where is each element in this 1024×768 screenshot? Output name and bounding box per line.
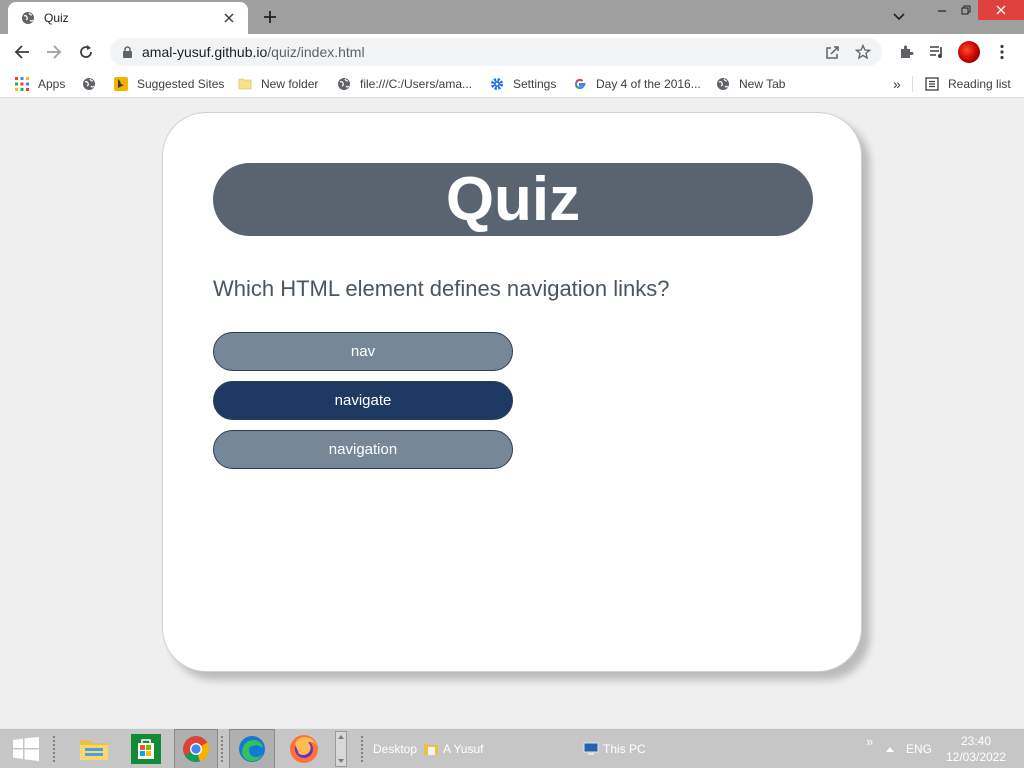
new-tab-button[interactable] — [260, 7, 280, 27]
bookmark-globe[interactable] — [81, 75, 105, 93]
bookmark-label: Day 4 of the 2016... — [596, 77, 701, 91]
user-folder-button[interactable]: A Yusuf — [423, 729, 483, 768]
system-clock[interactable]: 23:40 12/03/2022 — [940, 733, 1012, 765]
bookmarks-bar: Apps Suggested Sites New folder file:///… — [0, 70, 1024, 98]
file-explorer-icon — [80, 740, 108, 760]
browser-tab-strip: Quiz — [0, 0, 1024, 34]
browser-toolbar: amal-yusuf.github.io/quiz/index.html — [0, 34, 1024, 70]
reading-list-button[interactable]: Reading list — [924, 75, 1011, 93]
page-viewport: Quiz Which HTML element defines navigati… — [0, 98, 1024, 728]
edge-taskbar-button[interactable] — [229, 729, 275, 768]
gear-icon — [489, 76, 505, 92]
reload-icon[interactable] — [75, 41, 97, 63]
window-close-button[interactable] — [978, 0, 1024, 20]
globe-icon — [715, 76, 731, 92]
tab-title: Quiz — [44, 11, 69, 25]
chevron-up-icon[interactable] — [885, 729, 895, 768]
bookmark-label: Apps — [38, 77, 66, 91]
window-controls — [930, 0, 1024, 20]
reading-list-icon — [924, 76, 940, 92]
bookmark-apps[interactable]: Apps — [14, 75, 65, 93]
globe-icon — [81, 76, 97, 92]
chevron-down-icon[interactable] — [890, 8, 908, 26]
windows-logo-icon — [13, 737, 39, 761]
bookmark-new-tab[interactable]: New Tab — [715, 75, 785, 93]
globe-icon — [336, 76, 352, 92]
answer-button-navigation[interactable]: navigation — [213, 430, 513, 469]
store-button[interactable] — [126, 729, 166, 768]
quiz-card: Quiz Which HTML element defines navigati… — [162, 112, 862, 672]
browser-tab[interactable]: Quiz — [8, 2, 248, 34]
extensions-puzzle-icon[interactable] — [895, 41, 917, 63]
back-arrow-icon[interactable] — [11, 41, 33, 63]
kebab-menu-icon[interactable] — [991, 41, 1013, 63]
taskbar-grip[interactable] — [52, 735, 56, 763]
restore-button[interactable] — [954, 0, 978, 20]
apps-grid-icon — [14, 76, 30, 92]
this-pc-button[interactable]: This PC — [583, 729, 646, 768]
answer-list: nav navigate navigation — [213, 332, 513, 479]
folder-icon — [237, 76, 253, 92]
bookmarks-overflow-button[interactable]: » — [893, 75, 901, 93]
scroll-arrows-icon — [335, 731, 347, 767]
address-bar[interactable]: amal-yusuf.github.io/quiz/index.html — [110, 38, 882, 66]
bookmark-settings[interactable]: Settings — [489, 75, 556, 93]
user-folder-icon — [424, 744, 438, 755]
firefox-icon — [290, 735, 318, 763]
clock-time: 23:40 — [960, 734, 992, 748]
bing-icon — [113, 76, 129, 92]
chrome-taskbar-button[interactable] — [174, 729, 218, 768]
bookmark-suggested-sites[interactable]: Suggested Sites — [113, 75, 224, 93]
edge-icon — [239, 736, 265, 762]
this-pc-icon — [583, 742, 599, 755]
quiz-title: Quiz — [213, 163, 813, 236]
firefox-taskbar-button[interactable] — [282, 729, 326, 768]
answer-button-nav[interactable]: nav — [213, 332, 513, 371]
bookmark-label: New folder — [261, 77, 319, 91]
bookmark-new-folder[interactable]: New folder — [237, 75, 318, 93]
user-folder-label: A Yusuf — [443, 742, 484, 756]
url-text[interactable]: amal-yusuf.github.io/quiz/index.html — [142, 44, 822, 60]
this-pc-label: This PC — [603, 742, 646, 756]
microsoft-store-icon — [131, 734, 161, 764]
forward-arrow-icon[interactable] — [43, 41, 65, 63]
google-icon — [572, 76, 588, 92]
desktop-toolbar-label[interactable]: Desktop — [373, 729, 417, 768]
bookmark-label: file:///C:/Users/ama... — [360, 77, 473, 91]
taskbar-grip[interactable] — [220, 735, 224, 763]
start-button[interactable] — [4, 729, 48, 768]
minimize-button[interactable] — [930, 0, 954, 20]
clock-date: 12/03/2022 — [945, 750, 1007, 764]
lock-icon[interactable] — [120, 45, 134, 59]
globe-icon — [20, 10, 36, 26]
media-queue-icon[interactable] — [926, 41, 948, 63]
bookmark-day4[interactable]: Day 4 of the 2016... — [572, 75, 701, 93]
profile-avatar[interactable] — [958, 41, 980, 63]
file-explorer-button[interactable] — [74, 729, 114, 768]
reading-list-label: Reading list — [948, 77, 1011, 91]
bookmarks-divider — [912, 76, 913, 92]
windows-taskbar: Desktop A Yusuf This PC » ENG 23:40 12/0… — [0, 728, 1024, 768]
taskbar-scroll[interactable] — [334, 729, 348, 768]
answer-button-navigate[interactable]: navigate — [213, 381, 513, 420]
language-indicator[interactable]: ENG — [906, 729, 932, 768]
bookmark-file[interactable]: file:///C:/Users/ama... — [336, 75, 472, 93]
bookmark-label: New Tab — [739, 77, 786, 91]
taskbar-grip[interactable] — [360, 735, 364, 763]
tray-overflow[interactable]: » — [866, 721, 873, 761]
quiz-question: Which HTML element defines navigation li… — [213, 276, 670, 301]
close-icon[interactable] — [220, 9, 238, 27]
star-icon[interactable] — [852, 41, 874, 63]
chrome-icon — [183, 736, 210, 763]
bookmark-label: Settings — [513, 77, 557, 91]
share-icon[interactable] — [822, 41, 844, 63]
bookmark-label: Suggested Sites — [137, 77, 225, 91]
